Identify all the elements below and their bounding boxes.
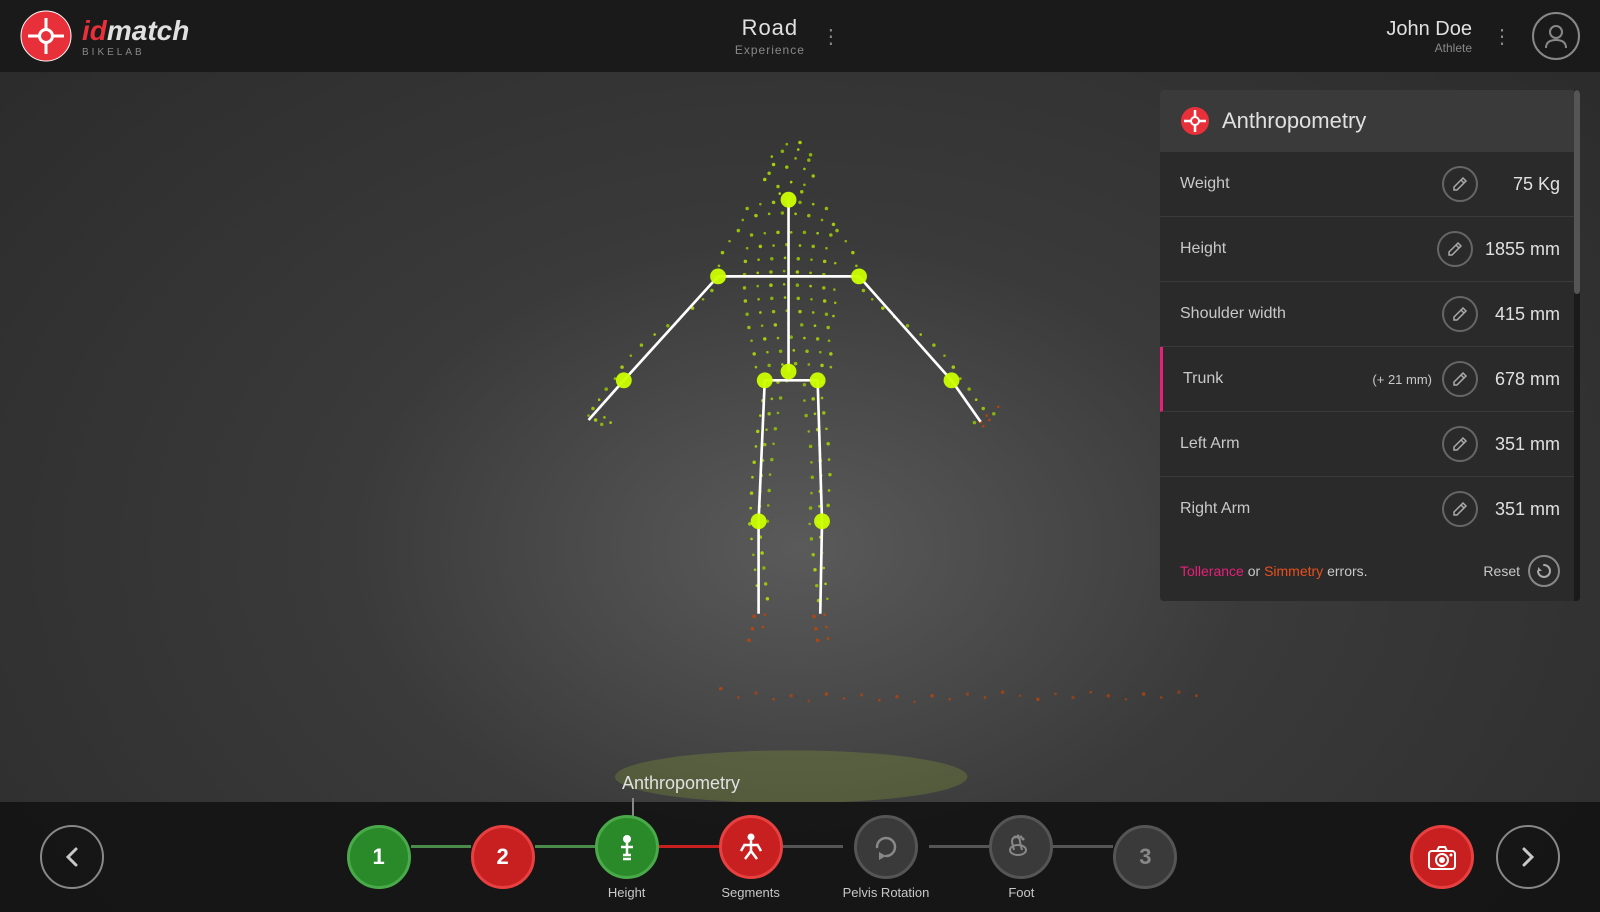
forward-button[interactable] [1496, 825, 1560, 889]
topbar-right: John Doe Athlete ⋮ [1386, 12, 1580, 60]
experience-info: Road Experience [735, 15, 805, 57]
pelvis-step-icon [871, 832, 901, 862]
height-step-button[interactable] [595, 815, 659, 879]
trunk-row: Trunk (+ 21 mm) 678 mm [1160, 347, 1580, 412]
weight-row: Weight 75 Kg [1160, 152, 1580, 217]
logo-icon [20, 10, 72, 62]
left-arm-edit-button[interactable] [1442, 426, 1478, 462]
right-arm-value: 351 mm [1490, 499, 1560, 520]
pelvis-step-label: Pelvis Rotation [843, 885, 930, 900]
left-arm-value: 351 mm [1490, 434, 1560, 455]
camera-icon [1427, 843, 1457, 871]
right-arm-edit-button[interactable] [1442, 491, 1478, 527]
anthropometry-header: Anthropometry [1160, 90, 1580, 152]
shoulder-width-value: 415 mm [1490, 304, 1560, 325]
connector-pelvis-foot [929, 845, 989, 848]
shoulder-width-label: Shoulder width [1180, 305, 1442, 323]
height-step-label: Height [608, 885, 646, 900]
height-edit-button[interactable] [1437, 231, 1473, 267]
connector-1-2 [411, 845, 471, 848]
bottom-navigation: Anthropometry 1 2 [0, 802, 1600, 912]
foot-step-icon [1006, 832, 1036, 862]
connector-foot-3 [1053, 845, 1113, 848]
scroll-bar[interactable] [1574, 90, 1580, 601]
anthropometry-rows: Weight 75 Kg Height 1855 mm Shoulder wid… [1160, 152, 1580, 541]
trunk-edit-button[interactable] [1442, 361, 1478, 397]
anthropometry-panel: Anthropometry Weight 75 Kg Height 1855 m… [1160, 90, 1580, 601]
anthropometry-icon [1180, 106, 1210, 136]
topbar: id match BIKELAB Road Experience ⋮ John … [0, 0, 1600, 72]
logo-bikelab: BIKELAB [82, 47, 189, 58]
simmetry-label: Simmetry [1264, 563, 1323, 579]
foot-step-label: Foot [1008, 885, 1034, 900]
height-value: 1855 mm [1485, 239, 1560, 260]
tolerance-message: Tollerance or Simmetry errors. [1180, 563, 1368, 579]
step-progress: Anthropometry 1 2 [114, 815, 1410, 900]
step-1-button[interactable]: 1 [347, 825, 411, 889]
segments-step-label: Segments [721, 885, 780, 900]
experience-menu-dots[interactable]: ⋮ [821, 24, 841, 49]
reset-label: Reset [1483, 563, 1520, 579]
weight-value: 75 Kg [1490, 174, 1560, 195]
logo-text: id match BIKELAB [82, 15, 189, 58]
pelvis-step-item: Pelvis Rotation [843, 815, 930, 900]
tolerance-or: or [1248, 563, 1264, 579]
foot-step-item: Foot [989, 815, 1053, 900]
trunk-value: 678 mm [1490, 369, 1560, 390]
height-step-icon [611, 831, 643, 863]
height-step-item: Height [595, 815, 659, 900]
segments-step-item: Segments [719, 815, 783, 900]
step-2-item: 2 [471, 825, 535, 889]
segments-step-icon [735, 831, 767, 863]
height-label: Height [1180, 240, 1437, 258]
anthropometry-footer: Tollerance or Simmetry errors. Reset [1160, 541, 1580, 601]
experience-sub: Experience [735, 43, 805, 57]
shoulder-width-row: Shoulder width 415 mm [1160, 282, 1580, 347]
weight-label: Weight [1180, 175, 1442, 193]
trunk-label: Trunk [1183, 370, 1372, 388]
shoulder-width-edit-button[interactable] [1442, 296, 1478, 332]
left-arm-row: Left Arm 351 mm [1160, 412, 1580, 477]
logo-area: id match BIKELAB [20, 10, 189, 62]
scroll-thumb [1574, 90, 1580, 294]
foot-step-button[interactable] [989, 815, 1053, 879]
tolerance-errors: errors. [1327, 563, 1367, 579]
connector-height-segments [659, 845, 719, 848]
anthropometry-title: Anthropometry [1222, 108, 1366, 134]
step-1-item: 1 [347, 825, 411, 889]
back-button[interactable] [40, 825, 104, 889]
left-arm-label: Left Arm [1180, 435, 1442, 453]
trunk-adjustment: (+ 21 mm) [1372, 372, 1432, 387]
right-arm-label: Right Arm [1180, 500, 1442, 518]
step-tooltip-label: Anthropometry [622, 773, 740, 794]
reset-button[interactable]: Reset [1483, 555, 1560, 587]
tolerance-label: Tollerance [1180, 563, 1244, 579]
nav-right-buttons [1410, 825, 1570, 889]
experience-label: Road [742, 15, 799, 41]
step-3-button[interactable]: 3 [1113, 825, 1177, 889]
height-row: Height 1855 mm [1160, 217, 1580, 282]
connector-segments-pelvis [783, 845, 843, 848]
segments-step-button[interactable] [719, 815, 783, 879]
step-2-button[interactable]: 2 [471, 825, 535, 889]
athlete-menu-dots[interactable]: ⋮ [1492, 24, 1512, 49]
logo-match: match [107, 15, 189, 47]
athlete-info: John Doe Athlete [1386, 18, 1472, 55]
step-3-item: 3 [1113, 825, 1177, 889]
connector-2-height [535, 845, 595, 848]
logo-id: id [82, 15, 107, 47]
athlete-name: John Doe [1386, 18, 1472, 41]
avatar[interactable] [1532, 12, 1580, 60]
pelvis-step-button[interactable] [854, 815, 918, 879]
reset-icon [1528, 555, 1560, 587]
athlete-role: Athlete [1435, 41, 1472, 55]
camera-button[interactable] [1410, 825, 1474, 889]
weight-edit-button[interactable] [1442, 166, 1478, 202]
right-arm-row: Right Arm 351 mm [1160, 477, 1580, 541]
